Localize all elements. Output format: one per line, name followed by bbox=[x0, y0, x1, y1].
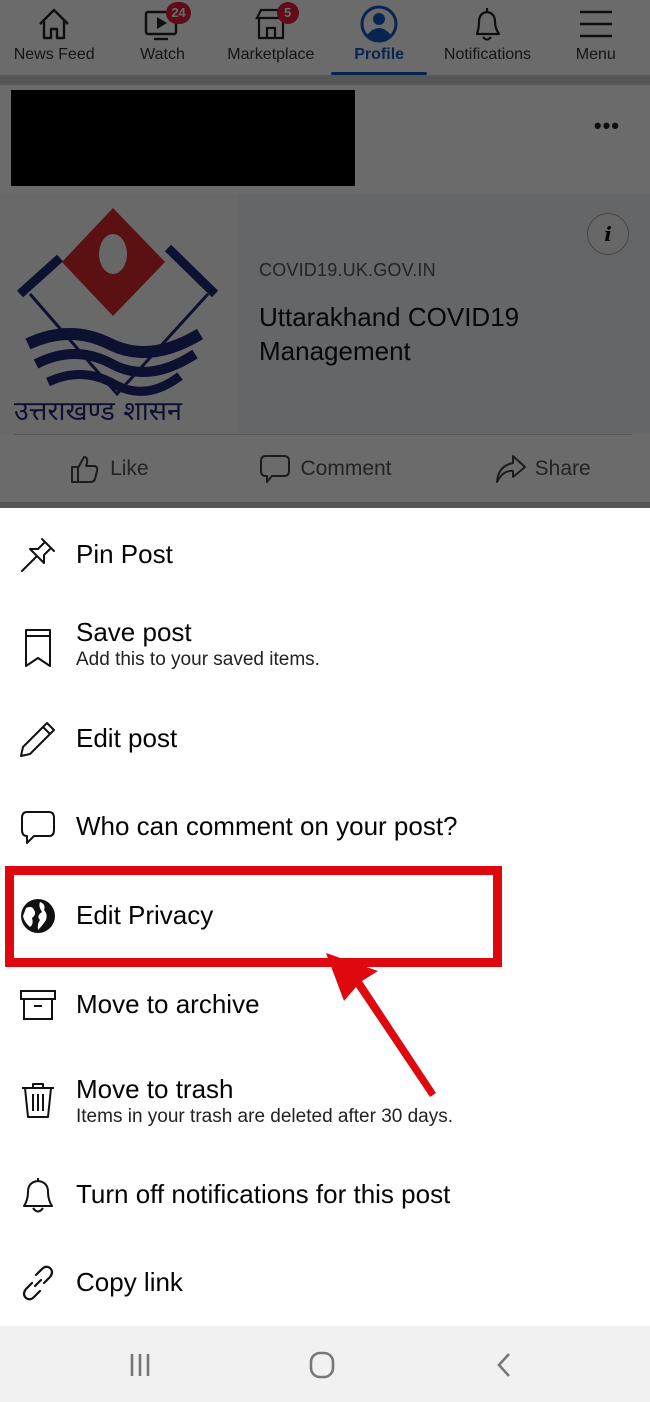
menu-subtext: Items in your trash are deleted after 30… bbox=[76, 1106, 454, 1127]
recent-apps-button[interactable] bbox=[120, 1348, 160, 1382]
menu-item-who-can-comment[interactable]: Who can comment on your post? bbox=[0, 802, 650, 852]
link-icon bbox=[18, 1263, 58, 1303]
menu-item-turn-off-notifications[interactable]: Turn off notifications for this post bbox=[0, 1170, 650, 1220]
recent-apps-icon bbox=[130, 1354, 150, 1376]
system-nav-bar bbox=[0, 1326, 650, 1402]
menu-item-copy-link[interactable]: Copy link bbox=[0, 1258, 650, 1308]
menu-label: Save post bbox=[76, 617, 192, 647]
menu-label: Move to archive bbox=[76, 989, 260, 1019]
menu-label: Copy link bbox=[76, 1267, 183, 1297]
home-button[interactable] bbox=[302, 1348, 342, 1382]
menu-item-save-post[interactable]: Save post Add this to your saved items. bbox=[0, 612, 650, 682]
home-circle-icon bbox=[309, 1351, 335, 1379]
menu-label: Turn off notifications for this post bbox=[76, 1179, 451, 1209]
annotation-arrow-icon bbox=[326, 953, 436, 1097]
comment-bubble-icon bbox=[18, 807, 58, 847]
trash-icon bbox=[18, 1080, 58, 1120]
menu-label: Who can comment on your post? bbox=[76, 811, 458, 841]
menu-subtext: Add this to your saved items. bbox=[76, 649, 320, 670]
bookmark-icon bbox=[18, 628, 58, 668]
modal-overlay[interactable] bbox=[0, 0, 650, 508]
back-button[interactable] bbox=[484, 1348, 524, 1382]
pin-icon bbox=[18, 535, 58, 575]
archive-icon bbox=[18, 985, 58, 1025]
menu-item-pin-post[interactable]: Pin Post bbox=[0, 530, 650, 580]
menu-item-edit-post[interactable]: Edit post bbox=[0, 714, 650, 764]
bell-icon bbox=[18, 1175, 58, 1215]
menu-label: Pin Post bbox=[76, 539, 173, 569]
back-chevron-icon bbox=[497, 1353, 510, 1377]
menu-label: Edit post bbox=[76, 723, 178, 753]
pencil-icon bbox=[18, 719, 58, 759]
